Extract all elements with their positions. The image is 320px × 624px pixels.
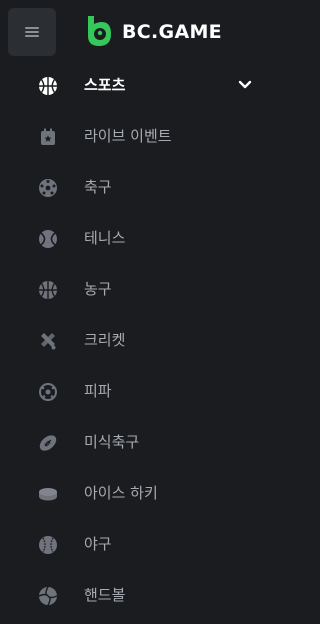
nav-item-live-events[interactable]: 라이브 이벤트	[0, 111, 275, 162]
nav-item-label: 스포츠	[84, 76, 126, 94]
basketball-icon	[37, 75, 59, 97]
fifa-ball-icon	[37, 381, 59, 403]
live-calendar-icon	[37, 126, 59, 148]
nav-item-label: 크리켓	[84, 331, 126, 349]
tennis-ball-icon	[37, 228, 59, 250]
nav-item-tennis[interactable]: 테니스	[0, 213, 275, 264]
nav-item-label: 라이브 이벤트	[84, 127, 172, 145]
hamburger-icon	[25, 27, 39, 37]
nav-item-handball[interactable]: 핸드볼	[0, 570, 275, 621]
nav-item-label: 야구	[84, 535, 112, 553]
american-football-icon	[37, 432, 59, 454]
nav-item-soccer[interactable]: 축구	[0, 162, 275, 213]
header: BC.GAME	[0, 0, 275, 64]
sports-nav: 스포츠 라이브 이벤트 축구 테니스 농구 크리켓 피파 미식축구 아이스 하키…	[0, 60, 275, 621]
nav-item-ice-hockey[interactable]: 아이스 하키	[0, 468, 275, 519]
nav-item-american-football[interactable]: 미식축구	[0, 417, 275, 468]
cricket-bat-icon	[37, 330, 59, 352]
handball-icon	[37, 585, 59, 607]
nav-item-baseball[interactable]: 야구	[0, 519, 275, 570]
nav-item-label: 미식축구	[84, 433, 140, 451]
nav-item-cricket[interactable]: 크리켓	[0, 315, 275, 366]
soccer-ball-icon	[37, 177, 59, 199]
nav-item-fifa[interactable]: 피파	[0, 366, 275, 417]
nav-item-label: 아이스 하키	[84, 484, 158, 502]
basketball-icon	[37, 279, 59, 301]
hockey-puck-icon	[37, 483, 59, 505]
nav-item-label: 축구	[84, 178, 112, 196]
nav-item-basketball[interactable]: 농구	[0, 264, 275, 315]
brand-name: BC.GAME	[122, 21, 222, 43]
nav-item-sports[interactable]: 스포츠	[0, 60, 275, 111]
bc-logo-icon	[88, 16, 111, 46]
chevron-down-icon[interactable]	[238, 79, 252, 91]
nav-item-label: 핸드볼	[84, 586, 126, 604]
nav-item-label: 농구	[84, 280, 112, 298]
menu-toggle-button[interactable]	[8, 8, 56, 56]
brand-logo[interactable]: BC.GAME	[84, 14, 222, 50]
nav-item-label: 테니스	[84, 229, 126, 247]
nav-item-label: 피파	[84, 382, 112, 400]
baseball-icon	[37, 534, 59, 556]
